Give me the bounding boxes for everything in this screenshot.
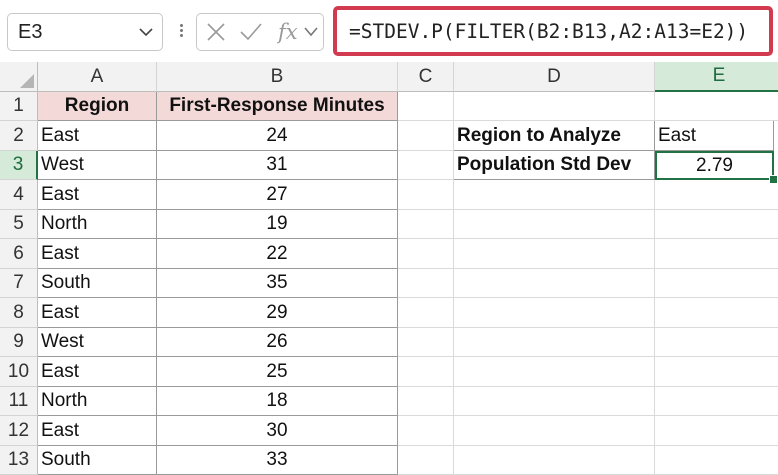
chevron-down-icon[interactable] — [138, 23, 154, 46]
check-icon[interactable] — [239, 21, 263, 48]
row-header-3[interactable]: 3 — [0, 151, 38, 180]
table-header[interactable]: First-Response Minutes — [157, 92, 398, 121]
row-header-4[interactable]: 4 — [0, 180, 38, 210]
cell[interactable] — [655, 328, 778, 357]
cell[interactable] — [454, 269, 655, 298]
row-header-2[interactable]: 2 — [0, 121, 38, 151]
row-header-1[interactable]: 1 — [0, 92, 38, 121]
cell[interactable] — [454, 210, 655, 239]
region-cell[interactable]: South — [38, 269, 157, 298]
cell[interactable] — [655, 446, 778, 475]
cell[interactable] — [454, 446, 655, 475]
minutes-cell[interactable]: 27 — [157, 180, 398, 210]
row-header-9[interactable]: 9 — [0, 328, 38, 357]
table-header[interactable]: Region — [38, 92, 157, 121]
column-header-b[interactable]: B — [157, 62, 398, 92]
cell[interactable] — [655, 210, 778, 239]
x-icon[interactable] — [205, 21, 227, 48]
minutes-cell[interactable]: 26 — [157, 328, 398, 357]
cell[interactable] — [398, 298, 454, 328]
cell[interactable] — [398, 180, 454, 210]
formula-bar-area: E3 fx =STDEV.P(FILTER(B2:B13,A2:A13=E2)) — [0, 0, 778, 62]
cell[interactable] — [398, 416, 454, 446]
row-header-11[interactable]: 11 — [0, 387, 38, 416]
region-cell[interactable]: East — [38, 357, 157, 387]
minutes-cell[interactable]: 25 — [157, 357, 398, 387]
region-cell[interactable]: West — [38, 151, 157, 180]
row-header-6[interactable]: 6 — [0, 239, 38, 269]
cell[interactable] — [655, 387, 778, 416]
cell[interactable] — [398, 151, 454, 180]
population-std-dev-value[interactable]: 2.79 — [655, 151, 774, 180]
cell[interactable] — [454, 180, 655, 210]
cell[interactable] — [454, 387, 655, 416]
cell[interactable] — [398, 269, 454, 298]
cell[interactable] — [454, 328, 655, 357]
region-cell[interactable]: South — [38, 446, 157, 475]
formula-input[interactable]: =STDEV.P(FILTER(B2:B13,A2:A13=E2)) — [333, 6, 773, 56]
cell[interactable] — [655, 357, 778, 387]
cell[interactable] — [398, 328, 454, 357]
cell[interactable] — [454, 357, 655, 387]
fill-handle[interactable] — [769, 175, 778, 184]
cell[interactable] — [454, 298, 655, 328]
cell[interactable] — [655, 239, 778, 269]
row-header-5[interactable]: 5 — [0, 210, 38, 239]
cell[interactable] — [454, 239, 655, 269]
fx-icon[interactable]: fx — [276, 17, 301, 52]
minutes-cell[interactable]: 30 — [157, 416, 398, 446]
cell[interactable] — [398, 239, 454, 269]
more-options-icon[interactable] — [176, 22, 186, 44]
row-header-12[interactable]: 12 — [0, 416, 38, 446]
minutes-cell[interactable]: 19 — [157, 210, 398, 239]
cell[interactable] — [454, 416, 655, 446]
row-header-7[interactable]: 7 — [0, 269, 38, 298]
region-cell[interactable]: North — [38, 210, 157, 239]
cell[interactable] — [454, 92, 655, 121]
population-std-dev-label[interactable]: Population Std Dev — [454, 151, 655, 180]
minutes-cell[interactable]: 29 — [157, 298, 398, 328]
region-to-analyze-value[interactable]: East — [655, 121, 774, 151]
row-header-13[interactable]: 13 — [0, 446, 38, 475]
formula-text: =STDEV.P(FILTER(B2:B13,A2:A13=E2)) — [349, 19, 749, 43]
region-to-analyze-label[interactable]: Region to Analyze — [454, 121, 655, 151]
expand-chevron-icon[interactable] — [303, 25, 319, 44]
cell[interactable] — [398, 210, 454, 239]
cell[interactable] — [398, 446, 454, 475]
minutes-cell[interactable]: 18 — [157, 387, 398, 416]
region-cell[interactable]: East — [38, 416, 157, 446]
cell[interactable] — [655, 269, 778, 298]
cell[interactable] — [398, 387, 454, 416]
region-cell[interactable]: East — [38, 239, 157, 269]
cell[interactable] — [398, 92, 454, 121]
minutes-cell[interactable]: 22 — [157, 239, 398, 269]
minutes-cell[interactable]: 35 — [157, 269, 398, 298]
region-cell[interactable]: West — [38, 328, 157, 357]
formula-buttons: fx — [196, 13, 324, 51]
region-cell[interactable]: East — [38, 298, 157, 328]
minutes-cell[interactable]: 33 — [157, 446, 398, 475]
cell[interactable] — [398, 121, 454, 151]
column-header-e[interactable]: E — [655, 62, 778, 92]
cell[interactable] — [655, 92, 778, 121]
row-header-8[interactable]: 8 — [0, 298, 38, 328]
svg-text:fx: fx — [277, 20, 298, 44]
cell[interactable] — [655, 416, 778, 446]
name-box[interactable]: E3 — [7, 13, 163, 51]
select-all-corner[interactable] — [0, 62, 38, 92]
region-cell[interactable]: North — [38, 387, 157, 416]
column-header-d[interactable]: D — [454, 62, 655, 92]
row-header-10[interactable]: 10 — [0, 357, 38, 387]
column-header-c[interactable]: C — [398, 62, 454, 92]
name-box-value: E3 — [18, 20, 43, 43]
region-cell[interactable]: East — [38, 180, 157, 210]
select-all-triangle-icon — [20, 74, 34, 88]
region-cell[interactable]: East — [38, 121, 157, 151]
cell[interactable] — [655, 298, 778, 328]
cell[interactable] — [398, 357, 454, 387]
minutes-cell[interactable]: 31 — [157, 151, 398, 180]
column-header-a[interactable]: A — [38, 62, 157, 92]
cell[interactable] — [655, 180, 778, 210]
minutes-cell[interactable]: 24 — [157, 121, 398, 151]
